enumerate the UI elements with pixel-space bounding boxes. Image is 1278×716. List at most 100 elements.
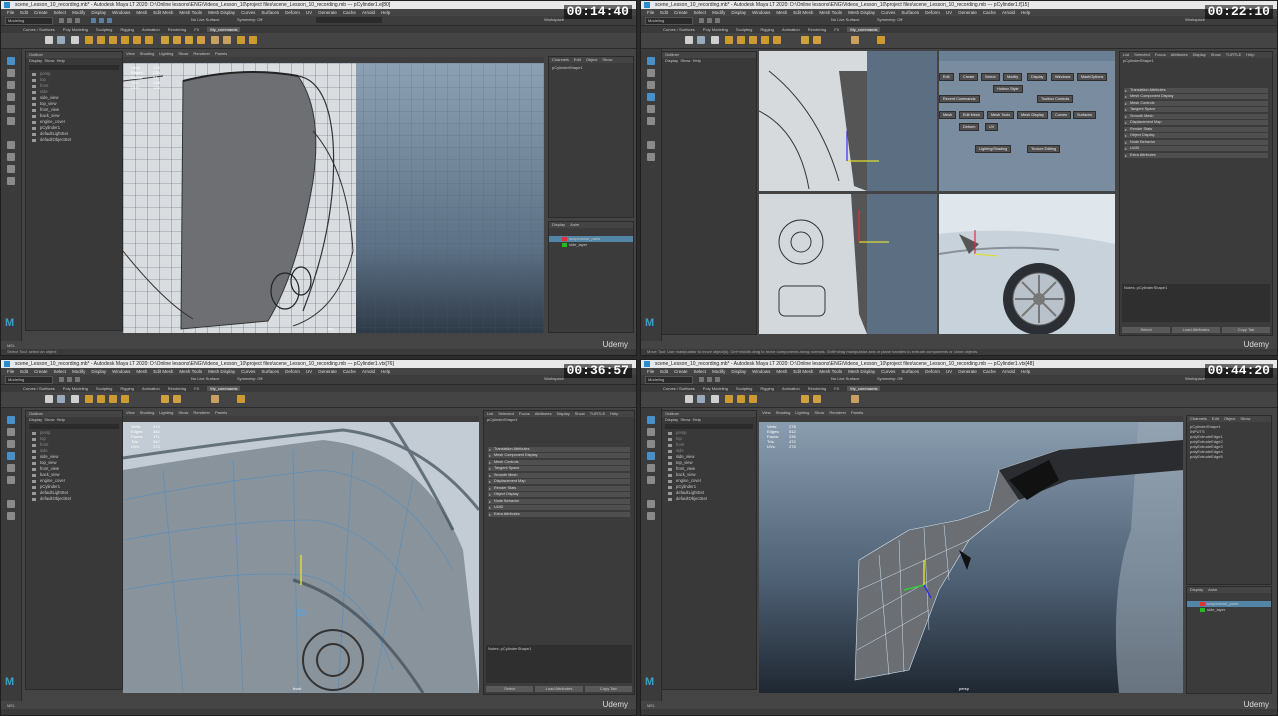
single-view-icon[interactable] [7,500,15,508]
ae-section[interactable]: Tangent Space [1124,107,1268,112]
save-scene-icon[interactable] [715,377,720,382]
menu-surfaces[interactable]: Surfaces [261,369,279,374]
viewport-persp-car[interactable]: persp [939,194,1115,334]
open-scene-icon[interactable] [67,377,72,382]
shelf-tab-animation[interactable]: Animation [142,27,160,32]
menu-curves[interactable]: Curves [881,10,895,15]
ae-menu-show[interactable]: Show [575,411,585,416]
command-line[interactable]: MEL [1,342,636,349]
shelf-tab-poly[interactable]: Poly Modeling [703,27,728,32]
ae-section[interactable]: Mesh Controls [488,459,630,465]
lasso-tool-icon[interactable] [647,69,655,77]
lasso-tool-icon[interactable] [647,428,655,436]
channel-tab-object[interactable]: Object [1224,416,1236,421]
ae-section[interactable]: Translation Attributes [488,446,630,452]
ae-section[interactable]: Extra Attributes [488,511,630,517]
vp-menu-view[interactable]: View [126,51,135,56]
new-scene-icon[interactable] [699,18,704,23]
shelf-extrude-icon[interactable] [85,36,93,44]
shelf-cylinder-icon[interactable] [711,395,719,403]
viewport-top[interactable]: View Shading Lighting Show Renderer Panels Ve… [123,51,544,333]
save-scene-icon[interactable] [715,18,720,23]
shelf-plane-icon[interactable] [57,36,65,44]
ae-section[interactable]: Render Stats [1124,126,1268,132]
shelf-tabs[interactable]: Curves / Surfaces Poly Modeling Sculpting R… [1,26,636,33]
vp-menu-renderer[interactable]: Renderer [193,51,210,56]
menu-mesh[interactable]: Mesh [136,369,147,374]
layer-tab-display[interactable]: Display [1190,587,1203,592]
hotbox-modify[interactable]: Modify [1003,73,1023,81]
menu-help[interactable]: Help [1021,10,1030,15]
menu-uv[interactable]: UV [306,10,312,15]
menu-mesh[interactable]: Mesh [776,10,787,15]
menu-generate[interactable]: Generate [318,10,337,15]
outliner-menu[interactable]: Display Show Help [662,58,756,64]
move-tool-icon[interactable] [647,93,655,101]
menu-edit-mesh[interactable]: Edit Mesh [153,10,173,15]
outliner-menu[interactable]: Display Show Help [662,417,756,423]
move-tool-icon[interactable] [7,452,15,460]
menu-edit[interactable]: Edit [660,369,668,374]
outliner-menu-show[interactable]: Show [44,417,54,422]
outliner-item[interactable]: defaultObjectSet [26,496,122,502]
shelf-tab-rigging[interactable]: Rigging [760,386,774,391]
shelf-smooth-icon[interactable] [197,36,205,44]
hotbox-curves[interactable]: Curves [1051,111,1072,119]
menu-file[interactable]: File [7,369,14,374]
outliner-menu-show[interactable]: Show [680,417,690,422]
vp-menu-shading[interactable]: Shading [140,410,155,415]
ae-section[interactable]: Object Display [488,492,630,497]
ae-menu-attributes[interactable]: Attributes [1171,52,1188,57]
shelf-merge-icon[interactable] [761,36,769,44]
ae-menu-show[interactable]: Show [1211,52,1221,57]
menu-edit[interactable]: Edit [20,10,28,15]
shelf-tab-fx[interactable]: FX [194,386,199,391]
outliner-menu-display[interactable]: Display [29,417,42,422]
ae-section[interactable]: Node Behavior [1124,139,1268,145]
menu-surfaces[interactable]: Surfaces [261,10,279,15]
single-view-icon[interactable] [647,141,655,149]
single-view-icon[interactable] [7,141,15,149]
menu-arnold[interactable]: Arnold [1002,10,1015,15]
paint-select-icon[interactable] [7,440,15,448]
shelf-tab-rendering[interactable]: Rendering [168,27,186,32]
menu-edit[interactable]: Edit [20,369,28,374]
vp-menu-lighting[interactable]: Lighting [159,410,173,415]
ae-menu-turtle[interactable]: TURTLE [590,411,605,416]
command-line[interactable]: MEL [641,702,1277,709]
layer-row[interactable]: side_layer [549,242,633,248]
menu-arnold[interactable]: Arnold [362,369,375,374]
shelf-plane-icon[interactable] [697,36,705,44]
shelf-tab-rigging[interactable]: Rigging [120,27,134,32]
channel-tab-object[interactable]: Object [586,57,598,62]
menu-curves[interactable]: Curves [881,369,895,374]
open-scene-icon[interactable] [67,18,72,23]
vp-menu-panels[interactable]: Panels [215,410,227,415]
rotate-tool-icon[interactable] [647,105,655,113]
scale-tool-icon[interactable] [647,476,655,484]
menu-create[interactable]: Create [674,10,688,15]
four-view-icon[interactable] [7,153,15,161]
menu-display[interactable]: Display [91,10,106,15]
shelf-loop-icon[interactable] [185,36,193,44]
select-tool-icon[interactable] [647,57,655,65]
workspace-label[interactable]: Workspace [1185,17,1205,22]
shelf-mirror-icon[interactable] [249,36,257,44]
workspace-label[interactable]: Workspace [1185,376,1205,381]
ae-menu-help[interactable]: Help [610,411,618,416]
hotbox-mesh[interactable]: Mesh [939,111,957,119]
shelf-center-pivot-icon[interactable] [211,36,219,44]
shelf-extrude-icon[interactable] [725,395,733,403]
scale-tool-icon[interactable] [7,476,15,484]
layer-tab-anim[interactable]: Anim [570,222,579,227]
shelf-bridge-icon[interactable] [749,395,757,403]
menu-mesh-tools[interactable]: Mesh Tools [819,369,842,374]
shelf-bevel-icon[interactable] [97,395,105,403]
paint-select-icon[interactable] [647,440,655,448]
symmetry-label[interactable]: Symmetry: Off [877,17,902,22]
shelf-tab-curves[interactable]: Curves / Surfaces [663,27,695,32]
shelf-target-weld-icon[interactable] [813,36,821,44]
shelf-tab-rigging[interactable]: Rigging [760,27,774,32]
menu-mesh-display[interactable]: Mesh Display [208,10,235,15]
ae-section[interactable]: Mesh Component Display [488,453,630,458]
